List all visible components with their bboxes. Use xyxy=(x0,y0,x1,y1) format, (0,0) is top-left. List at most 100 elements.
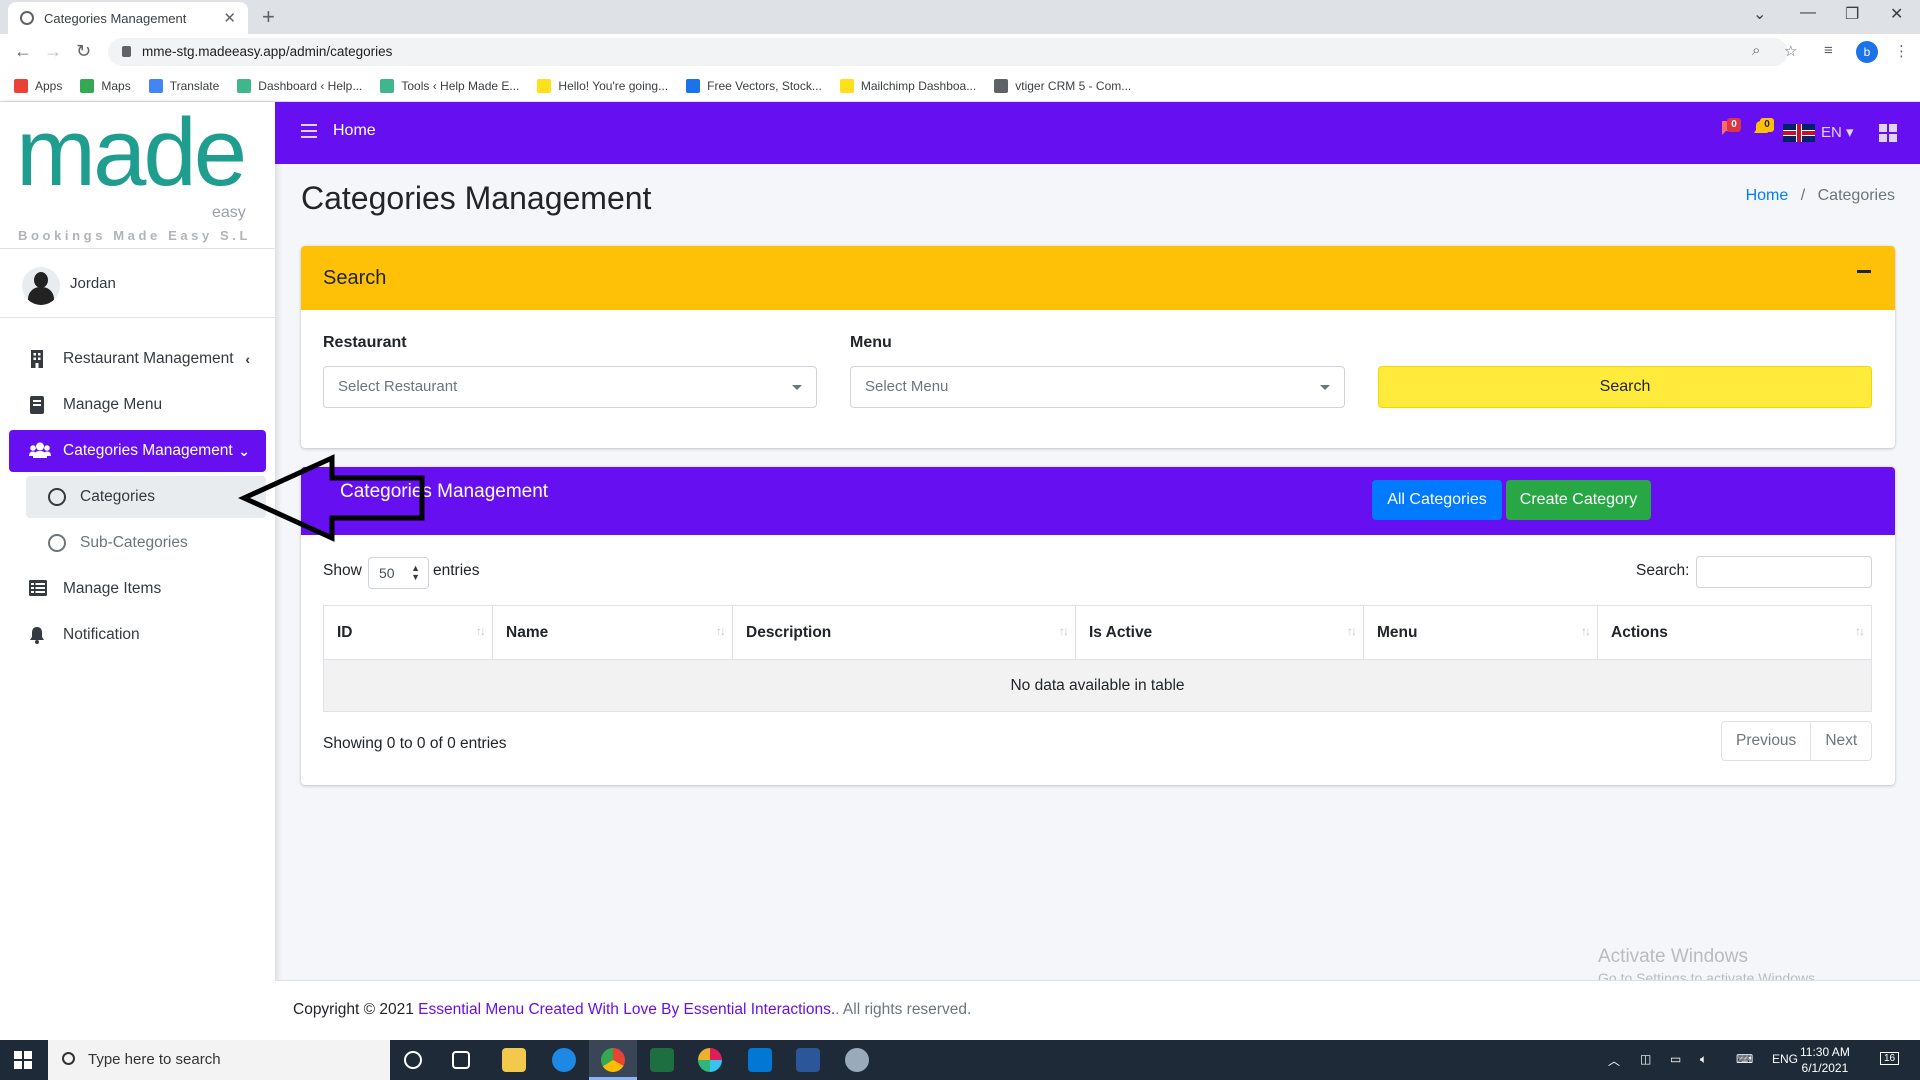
forward-icon[interactable]: → xyxy=(44,41,62,62)
address-bar[interactable]: mme-stg.madeeasy.app/admin/categories xyxy=(108,38,1788,66)
search-icon xyxy=(62,1052,75,1065)
categories-table-card: Categories Management All Categories Cre… xyxy=(301,467,1895,785)
keyboard-icon[interactable]: ⌨ xyxy=(1736,1052,1753,1066)
system-clock[interactable]: 11:30 AM 6/1/2021 xyxy=(1800,1044,1850,1076)
cortana-icon[interactable] xyxy=(404,1051,422,1069)
notifications-icon[interactable]: 0 xyxy=(1754,118,1774,141)
zoom-icon[interactable]: ⌕ xyxy=(1752,42,1760,59)
bookmark-item[interactable]: vtiger CRM 5 - Com... xyxy=(994,78,1132,93)
column-header-name[interactable]: Name ↑↓ xyxy=(492,605,733,660)
column-header-actions[interactable]: Actions ↑↓ xyxy=(1597,605,1872,660)
restaurant-select[interactable]: Select Restaurant xyxy=(323,366,817,408)
sidebar-item-categories-management[interactable]: Categories Management ⌄ xyxy=(9,430,266,472)
uk-flag-icon[interactable] xyxy=(1783,124,1815,142)
all-categories-button[interactable]: All Categories xyxy=(1372,480,1502,520)
clock-date: 6/1/2021 xyxy=(1801,1061,1849,1075)
sidebar-item-label: Categories Management xyxy=(63,442,233,459)
back-icon[interactable]: ← xyxy=(14,41,32,62)
apps-grid-icon[interactable] xyxy=(1879,124,1897,142)
windows-start-icon[interactable] xyxy=(14,1051,32,1069)
window-close-icon[interactable]: ✕ xyxy=(1890,4,1903,24)
sidebar-item-manage-menu[interactable]: Manage Menu xyxy=(9,384,266,426)
paint-icon[interactable] xyxy=(845,1048,869,1072)
bookmark-item[interactable]: Mailchimp Dashboa... xyxy=(839,78,976,93)
bell-icon xyxy=(29,626,47,644)
menu-select[interactable]: Select Menu xyxy=(850,366,1345,408)
column-header-is-active[interactable]: Is Active ↑↓ xyxy=(1075,605,1364,660)
task-view-icon[interactable] xyxy=(452,1051,470,1069)
bookmark-item[interactable]: Hello! You're going... xyxy=(537,78,669,93)
collapse-icon[interactable] xyxy=(1857,270,1871,273)
edge-icon[interactable] xyxy=(552,1048,576,1072)
word-icon[interactable] xyxy=(796,1048,820,1072)
notification-center-icon[interactable]: 16 xyxy=(1880,1052,1900,1065)
browser-tab[interactable]: Categories Management ✕ xyxy=(8,2,248,34)
search-button[interactable]: Search xyxy=(1378,366,1872,408)
column-header-menu[interactable]: Menu ↑↓ xyxy=(1363,605,1598,660)
tab-title: Categories Management xyxy=(44,10,187,26)
notification-center-count: 16 xyxy=(1884,1053,1896,1064)
bookmark-label: Apps xyxy=(35,78,63,93)
sidebar-item-notification[interactable]: Notification xyxy=(9,614,266,656)
bookmark-item[interactable]: Tools ‹ Help Made E... xyxy=(380,78,520,93)
bookmark-label: Tools ‹ Help Made E... xyxy=(401,78,520,93)
bookmark-item[interactable]: Translate xyxy=(148,78,219,93)
more-icon[interactable]: ⋮ xyxy=(1894,42,1909,60)
bookmark-star-icon[interactable]: ☆ xyxy=(1784,42,1797,60)
bookmark-item[interactable]: Dashboard ‹ Help... xyxy=(237,78,362,93)
bookmark-item[interactable]: Free Vectors, Stock... xyxy=(686,78,822,93)
column-header-description[interactable]: Description ↑↓ xyxy=(732,605,1076,660)
user-name: Jordan xyxy=(70,275,116,292)
create-category-button[interactable]: Create Category xyxy=(1506,480,1651,520)
close-tab-icon[interactable]: ✕ xyxy=(223,9,236,27)
sort-icon: ↑↓ xyxy=(1059,624,1069,638)
book-icon xyxy=(29,396,47,414)
sidebar-item-categories[interactable]: Categories xyxy=(26,476,266,518)
file-explorer-icon[interactable] xyxy=(502,1048,526,1072)
input-language[interactable]: ENG xyxy=(1772,1052,1798,1066)
chrome-taskbar-active[interactable] xyxy=(589,1040,637,1080)
column-header-id[interactable]: ID ↑↓ xyxy=(323,605,493,660)
excel-icon[interactable] xyxy=(650,1048,674,1072)
menu-toggle-icon[interactable] xyxy=(301,124,317,138)
tray-chevron-icon[interactable]: ︿ xyxy=(1608,1052,1620,1069)
previous-page-button[interactable]: Previous xyxy=(1722,722,1810,760)
bookmark-label: vtiger CRM 5 - Com... xyxy=(1015,78,1132,93)
profile-avatar[interactable]: b xyxy=(1856,41,1878,63)
taskbar-search[interactable]: Type here to search xyxy=(48,1040,390,1080)
page-size-select[interactable]: 50 ▲ ▼ xyxy=(368,557,429,589)
network-icon[interactable]: ▭ xyxy=(1670,1052,1681,1066)
slack-icon[interactable] xyxy=(698,1048,722,1072)
footer-rights: . All rights reserved. xyxy=(835,1001,972,1018)
reading-list-icon[interactable]: ≡ xyxy=(1824,42,1833,59)
sidebar-item-sub-categories[interactable]: Sub-Categories xyxy=(26,522,266,564)
messages-icon[interactable]: 0 xyxy=(1721,118,1741,141)
language-selector[interactable]: EN ▾ xyxy=(1821,123,1854,141)
watermark-title: Activate Windows xyxy=(1598,946,1748,967)
next-page-button[interactable]: Next xyxy=(1810,722,1871,760)
table-search-input[interactable] xyxy=(1696,556,1872,588)
bookmark-item[interactable]: Maps xyxy=(80,78,131,93)
minimize-icon[interactable]: — xyxy=(1800,4,1816,22)
breadcrumb-home[interactable]: Home xyxy=(1746,187,1789,204)
user-panel[interactable]: Jordan xyxy=(0,248,275,318)
bookmark-label: Hello! You're going... xyxy=(558,78,669,93)
footer-link[interactable]: Essential Menu Created With Love By Esse… xyxy=(418,1001,835,1018)
browser-tab-bar: Categories Management ✕ + ⌄ — ❐ ✕ xyxy=(0,0,1920,34)
nav-home-link[interactable]: Home xyxy=(333,122,376,140)
notifications-badge: 0 xyxy=(1760,118,1774,132)
brand-logo[interactable]: made easy Bookings Made Easy S.L xyxy=(16,99,262,243)
outlook-icon[interactable] xyxy=(748,1048,772,1072)
sidebar-item-manage-items[interactable]: Manage Items xyxy=(9,568,266,610)
users-icon xyxy=(29,442,51,460)
tab-search-icon[interactable]: ⌄ xyxy=(1753,4,1766,24)
empty-table-message: No data available in table xyxy=(323,659,1872,712)
tray-meet-icon[interactable]: ◫ xyxy=(1640,1052,1651,1066)
new-tab-icon[interactable]: + xyxy=(262,4,275,30)
reload-icon[interactable]: ↻ xyxy=(76,41,91,62)
volume-icon[interactable]: 🔈︎ xyxy=(1700,1052,1707,1067)
restore-icon[interactable]: ❐ xyxy=(1845,4,1859,24)
page-title: Categories Management xyxy=(301,180,652,216)
bookmark-item[interactable]: Apps xyxy=(14,78,63,93)
sidebar-item-restaurant-management[interactable]: Restaurant Management ‹ xyxy=(9,338,266,380)
